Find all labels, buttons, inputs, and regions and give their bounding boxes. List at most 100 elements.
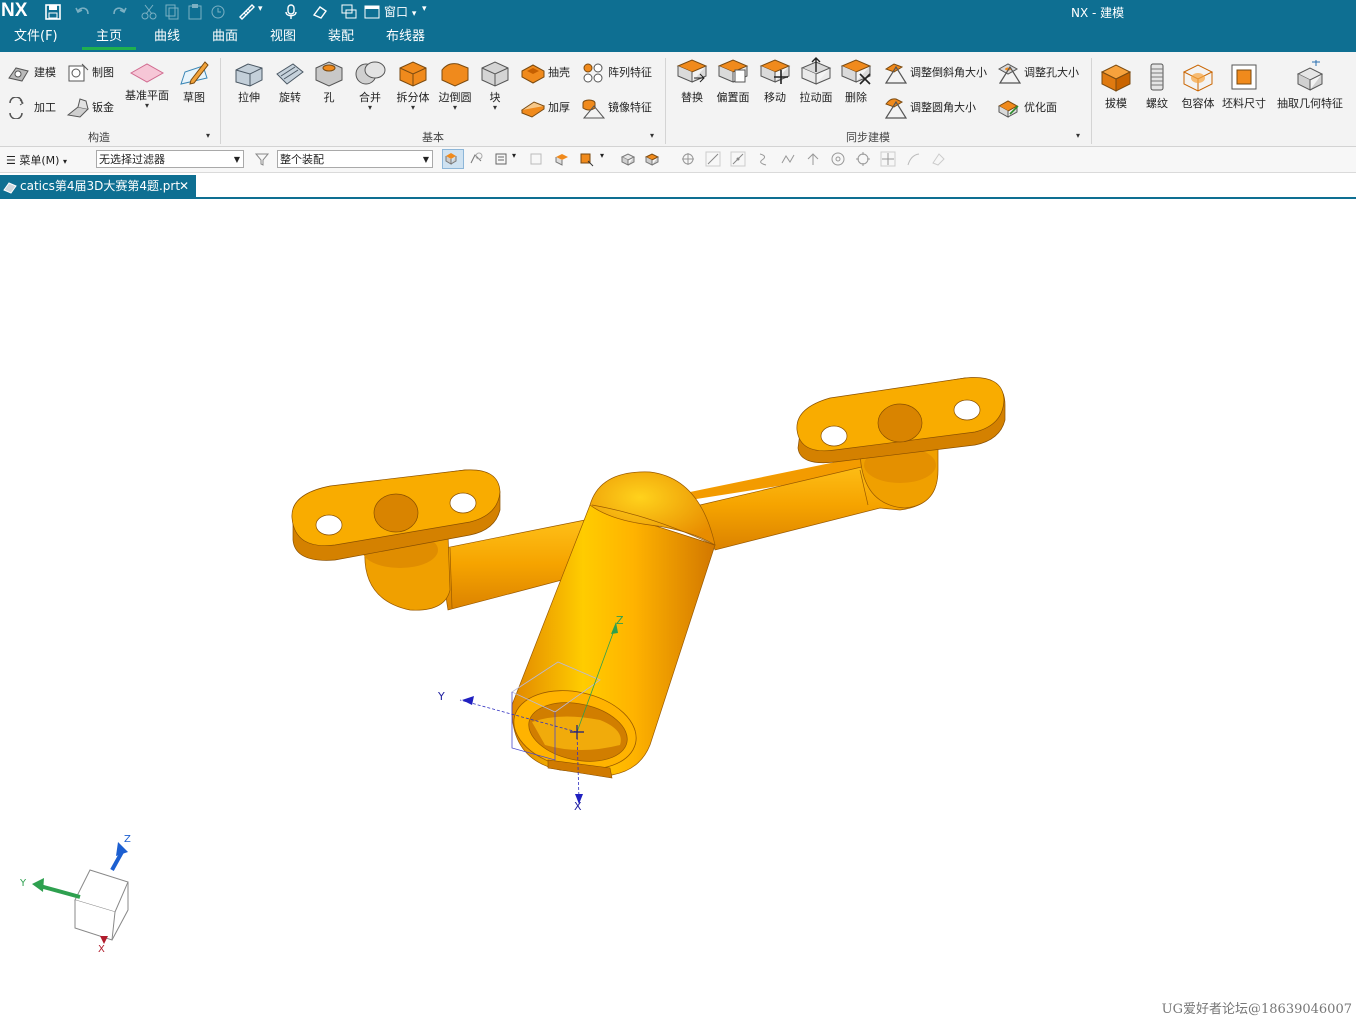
datum-plane-dropdown-icon[interactable]: ▾: [122, 102, 172, 110]
selection-scope-value: 整个装配: [280, 153, 324, 166]
datum-plane-button[interactable]: 基准平面 ▾: [122, 60, 172, 110]
view-triad[interactable]: Y Z X: [19, 834, 131, 955]
snap-point-on-face-icon[interactable]: [930, 151, 946, 167]
mirror-feature-button[interactable]: 镜像特征: [580, 96, 652, 120]
snap-endpoint-icon[interactable]: [680, 151, 696, 167]
split-body-button[interactable]: 拆分体 ▾: [394, 58, 432, 112]
tab-view[interactable]: 视图: [270, 24, 296, 52]
measure-icon[interactable]: [238, 3, 256, 21]
wireframe-icon[interactable]: [644, 151, 660, 167]
shell-button[interactable]: 抽壳: [520, 61, 570, 85]
basic-group-menu-icon[interactable]: ▾: [650, 131, 654, 140]
snap-arc-center-icon[interactable]: [830, 151, 846, 167]
snap-line-icon[interactable]: [705, 151, 721, 167]
resize-blend-button[interactable]: 调整圆角大小: [882, 96, 976, 120]
shell-label: 抽壳: [548, 66, 570, 79]
close-icon[interactable]: ✕: [179, 175, 189, 197]
repeat-command-icon[interactable]: [209, 3, 227, 21]
selection-scope-select[interactable]: 整个装配 ▼: [277, 150, 433, 168]
copy-icon[interactable]: [163, 3, 181, 21]
snap-view-icon[interactable]: [528, 151, 544, 167]
block-dropdown-icon[interactable]: ▾: [478, 104, 512, 112]
menu-button[interactable]: ☰ 菜单(M) ▾: [6, 152, 67, 168]
switch-window-icon[interactable]: [340, 3, 358, 21]
tab-assembly[interactable]: 装配: [328, 24, 354, 52]
thicken-button[interactable]: 加厚: [520, 96, 570, 120]
pattern-feature-button[interactable]: 阵列特征: [580, 61, 652, 85]
hole-button[interactable]: 孔: [312, 58, 346, 105]
snap-intersection-icon[interactable]: [780, 151, 796, 167]
construct-group-menu-icon[interactable]: ▾: [206, 131, 210, 140]
delete-face-button[interactable]: 删除: [838, 56, 874, 105]
hole-icon: [315, 61, 343, 87]
offset-region-button[interactable]: 偏置面: [714, 56, 752, 105]
thread-button[interactable]: 螺纹: [1140, 60, 1174, 111]
select-features-icon[interactable]: [442, 149, 464, 169]
graphics-window[interactable]: Y Z X Y Z X UG爱好者论坛@18639046007: [0, 199, 1356, 1020]
edge-blend-dropdown-icon[interactable]: ▾: [436, 104, 474, 112]
snap-existing-point-icon[interactable]: [880, 151, 896, 167]
unite-dropdown-icon[interactable]: ▾: [352, 104, 388, 112]
window-icon[interactable]: [363, 3, 381, 21]
document-tab-label: catics第4届3D大赛第4题.prt: [20, 179, 181, 193]
main-cylinder[interactable]: [506, 471, 716, 780]
resize-hole-button[interactable]: 调整孔大小: [996, 61, 1079, 85]
stock-size-button[interactable]: 坯料尺寸: [1220, 60, 1268, 111]
bounding-body-button[interactable]: 包容体: [1176, 60, 1220, 111]
selection-list-dropdown-icon[interactable]: ▾: [512, 151, 528, 167]
snap-point-on-curve-icon[interactable]: [905, 151, 921, 167]
window-menu[interactable]: 窗口 ▾: [384, 3, 416, 20]
thicken-icon: [520, 101, 546, 118]
measure-dropdown-icon[interactable]: ▾: [258, 4, 268, 22]
revolve-label: 旋转: [279, 91, 301, 104]
microphone-icon[interactable]: [282, 3, 300, 21]
undo-icon[interactable]: [74, 3, 92, 21]
snap-midpoint-icon[interactable]: [730, 151, 746, 167]
select-body-icon[interactable]: [578, 151, 594, 167]
manufacturing-button[interactable]: 加工: [6, 97, 56, 119]
move-face-button[interactable]: 移动: [756, 56, 794, 105]
revolve-button[interactable]: 旋转: [272, 58, 308, 105]
sheet-metal-button[interactable]: 钣金: [66, 97, 114, 119]
edge-blend-button[interactable]: 边倒圆 ▾: [436, 58, 474, 112]
tab-curve[interactable]: 曲线: [154, 24, 180, 52]
draft-button[interactable]: 拔模: [1096, 60, 1136, 111]
filter-icon[interactable]: [254, 151, 270, 167]
save-icon[interactable]: [44, 3, 62, 21]
tab-surface[interactable]: 曲面: [212, 24, 238, 52]
title-bar: NX ▾ 窗口 ▾ ▾ NX - 建模: [0, 0, 1356, 24]
optimize-face-button[interactable]: 优化面: [996, 96, 1057, 120]
select-body-dropdown-icon[interactable]: ▾: [600, 151, 616, 167]
snap-quadrant-icon[interactable]: [855, 151, 871, 167]
select-component-icon[interactable]: [554, 151, 570, 167]
snap-curve-icon[interactable]: [756, 151, 772, 167]
snap-perpendicular-icon[interactable]: [805, 151, 821, 167]
sync-group-menu-icon[interactable]: ▾: [1076, 131, 1080, 140]
show-hide-icon[interactable]: [620, 151, 636, 167]
tab-routing[interactable]: 布线器: [386, 24, 425, 52]
right-flange[interactable]: [796, 377, 1006, 464]
right-arm-tube[interactable]: [690, 447, 939, 551]
menu-file[interactable]: 文件(F): [14, 24, 58, 52]
selection-list-icon[interactable]: [493, 151, 509, 167]
deselect-icon[interactable]: [468, 151, 484, 167]
touch-mode-icon[interactable]: [311, 3, 329, 21]
cut-icon[interactable]: [140, 3, 158, 21]
replace-face-button[interactable]: 替换: [672, 56, 712, 105]
drafting-button[interactable]: 制图: [66, 62, 114, 84]
document-tab[interactable]: catics第4届3D大赛第4题.prt ✕: [0, 175, 196, 197]
type-filter-select[interactable]: 无选择过滤器 ▼: [96, 150, 244, 168]
redo-icon[interactable]: [110, 3, 128, 21]
resize-chamfer-button[interactable]: 调整倒斜角大小: [882, 61, 987, 85]
block-button[interactable]: 块 ▾: [478, 58, 512, 112]
extrude-button[interactable]: 拉伸: [230, 58, 268, 105]
split-body-dropdown-icon[interactable]: ▾: [394, 104, 432, 112]
unite-button[interactable]: 合并 ▾: [352, 58, 388, 112]
pull-face-button[interactable]: 拉动面: [796, 56, 836, 105]
customize-quick-access-icon[interactable]: ▾: [422, 4, 440, 22]
paste-icon[interactable]: [186, 3, 204, 21]
extract-geometry-button[interactable]: 抽取几何特征: [1274, 60, 1346, 111]
modeling-button[interactable]: 建模: [6, 62, 56, 84]
model-canvas[interactable]: Y Z X Y Z X: [0, 199, 1356, 1020]
sketch-button[interactable]: 草图: [176, 58, 212, 105]
